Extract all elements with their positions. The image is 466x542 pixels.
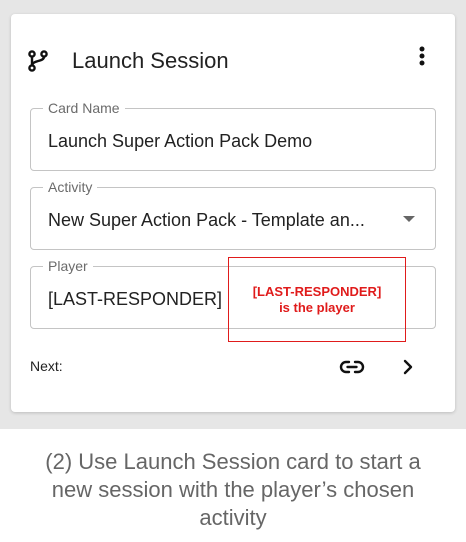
caption-line-2: new session with the player’s chosen <box>51 477 415 502</box>
player-label: Player <box>43 258 93 274</box>
next-label: Next: <box>30 358 63 374</box>
activity-label: Activity <box>43 179 98 195</box>
caption-line-3: activity <box>199 505 267 530</box>
activity-select[interactable]: Activity New Super Action Pack - Templat… <box>30 179 436 250</box>
card-name-value[interactable]: Launch Super Action Pack Demo <box>48 130 312 152</box>
card-header: Launch Session <box>11 14 455 104</box>
chevron-right-icon[interactable] <box>399 357 417 377</box>
link-icon[interactable] <box>339 356 365 378</box>
activity-value[interactable]: New Super Action Pack - Template an... <box>48 209 365 231</box>
more-vert-icon[interactable] <box>413 45 431 69</box>
annotation-line-1: [LAST-RESPONDER] <box>252 284 382 299</box>
launch-session-card: Launch Session Card Name Launch Super Ac… <box>11 14 455 412</box>
annotation-text: [LAST-RESPONDER] is the player <box>229 284 405 316</box>
caption-line-1: (2) Use Launch Session card to start a <box>45 449 421 474</box>
caption: (2) Use Launch Session card to start a n… <box>0 448 466 532</box>
dropdown-arrow-icon[interactable] <box>403 216 415 222</box>
card-name-label: Card Name <box>43 100 125 116</box>
player-value[interactable]: [LAST-RESPONDER] <box>48 288 222 310</box>
card-title: Launch Session <box>72 48 229 73</box>
card-name-field[interactable]: Card Name Launch Super Action Pack Demo <box>30 100 436 171</box>
annotation-line-2: is the player <box>279 300 355 315</box>
branch-icon <box>27 50 49 72</box>
annotation-callout: [LAST-RESPONDER] is the player <box>228 257 406 342</box>
